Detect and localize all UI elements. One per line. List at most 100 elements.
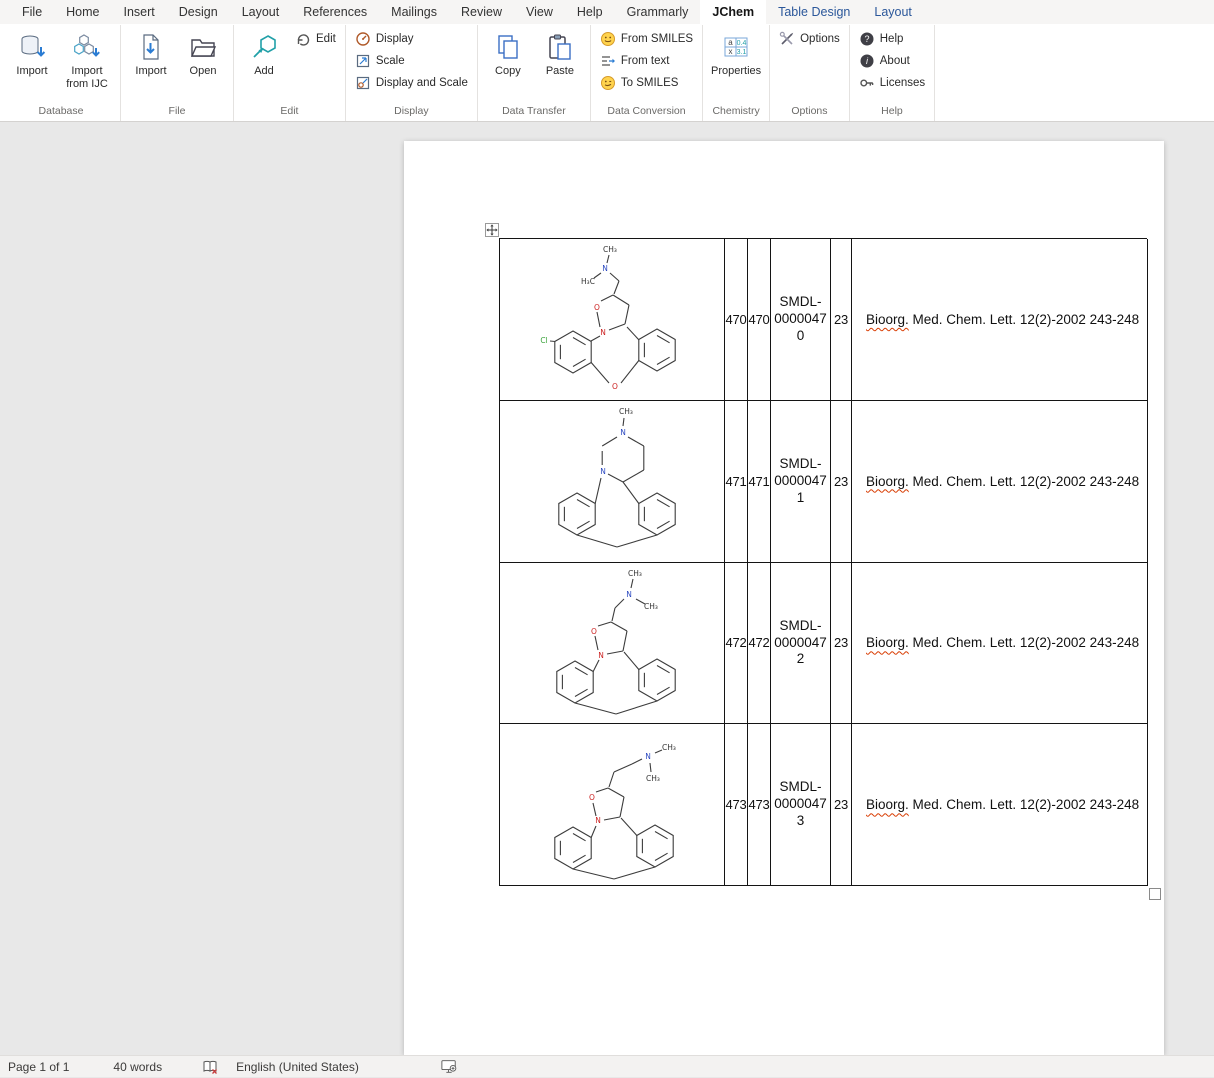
table-cell-structure[interactable]: CH₃ N CH₃ O N — [500, 563, 725, 725]
table-cell-page[interactable]: 23 — [831, 239, 852, 401]
table-cell-smdl[interactable]: SMDL-00000473 — [771, 724, 831, 886]
svg-text:3.1: 3.1 — [737, 49, 747, 56]
svg-text:x: x — [729, 47, 733, 56]
import-database-button[interactable]: Import — [7, 28, 57, 78]
table-cell-smdl[interactable]: SMDL-00000470 — [771, 239, 831, 401]
svg-text:CH₃: CH₃ — [646, 774, 660, 783]
page-ref: 23 — [834, 474, 848, 489]
smdl-code: SMDL-00000470 — [772, 294, 830, 345]
table-cell-citation[interactable]: Bioorg. Med. Chem. Lett. 12(2)-2002 243-… — [852, 239, 1148, 401]
display-button[interactable]: Display — [351, 28, 472, 50]
table-cell-page[interactable]: 23 — [831, 563, 852, 725]
table-cell-structure[interactable]: CH₃ N N — [500, 401, 725, 563]
import-from-ijc-button[interactable]: Import from IJC — [59, 28, 115, 91]
table-cell-structure[interactable]: CH₃ N H₃C O N — [500, 239, 725, 401]
word-count[interactable]: 40 words — [105, 1056, 170, 1078]
group-label-database: Database — [7, 104, 115, 121]
to-smiles-button[interactable]: To SMILES — [596, 72, 697, 94]
tab-layout[interactable]: Layout — [230, 0, 292, 24]
table-cell-citation[interactable]: Bioorg. Med. Chem. Lett. 12(2)-2002 243-… — [852, 401, 1148, 563]
table-cell-id2[interactable]: 470 — [748, 239, 771, 401]
table-cell-citation[interactable]: Bioorg. Med. Chem. Lett. 12(2)-2002 243-… — [852, 563, 1148, 725]
table-move-handle[interactable] — [485, 223, 499, 237]
proofing-errors-button[interactable] — [194, 1056, 226, 1078]
button-label: From text — [621, 55, 670, 67]
svg-text:N: N — [598, 651, 604, 660]
svg-text:0.4: 0.4 — [737, 40, 747, 47]
tab-file[interactable]: File — [10, 0, 54, 24]
table-cell-page[interactable]: 23 — [831, 724, 852, 886]
from-smiles-button[interactable]: From SMILES — [596, 28, 697, 50]
display-and-scale-button[interactable]: Display and Scale — [351, 72, 472, 94]
button-label: Properties — [711, 65, 761, 78]
tab-mailings[interactable]: Mailings — [379, 0, 449, 24]
compound-id2: 471 — [748, 474, 769, 489]
tab-table-design[interactable]: Table Design — [766, 0, 862, 24]
svg-text:Cl: Cl — [540, 336, 547, 345]
options-button[interactable]: Options — [775, 28, 844, 50]
tab-review[interactable]: Review — [449, 0, 514, 24]
tab-help[interactable]: Help — [565, 0, 615, 24]
group-label-help: Help — [855, 104, 929, 121]
table-cell-smdl[interactable]: SMDL-00000471 — [771, 401, 831, 563]
tab-table-layout[interactable]: Layout — [862, 0, 924, 24]
import-file-button[interactable]: Import — [126, 28, 176, 78]
table-cell-id2[interactable]: 471 — [748, 401, 771, 563]
add-button[interactable]: Add — [239, 28, 289, 78]
paste-button[interactable]: Paste — [535, 28, 585, 78]
compound-id: 472 — [725, 635, 746, 650]
help-button[interactable]: ? Help — [855, 28, 929, 50]
button-label: Import — [16, 65, 47, 78]
tab-references[interactable]: References — [291, 0, 379, 24]
ribbon-group-data-conversion: From SMILES From text To SMILES — [591, 25, 703, 121]
from-text-button[interactable]: From text — [596, 50, 697, 72]
tab-view[interactable]: View — [514, 0, 565, 24]
ribbon-group-chemistry: a0.4x3.1 Properties Chemistry — [703, 25, 770, 121]
misspelled-word: Bioorg. — [866, 797, 909, 812]
misspelled-word: Bioorg. — [866, 312, 909, 327]
button-label: Import from IJC — [60, 65, 114, 91]
tab-jchem[interactable]: JChem — [700, 0, 766, 24]
table-cell-page[interactable]: 23 — [831, 401, 852, 563]
tab-grammarly[interactable]: Grammarly — [615, 0, 701, 24]
citation-text: Bioorg. Med. Chem. Lett. 12(2)-2002 243-… — [866, 797, 1139, 812]
edit-button[interactable]: Edit — [291, 28, 340, 50]
tab-home[interactable]: Home — [54, 0, 111, 24]
page-indicator[interactable]: Page 1 of 1 — [0, 1056, 77, 1078]
info-icon: i — [859, 53, 875, 69]
group-label-data-transfer: Data Transfer — [483, 104, 585, 121]
scale-button[interactable]: Scale — [351, 50, 472, 72]
ribbon-group-data-transfer: Copy Paste Data Transfer — [478, 25, 591, 121]
table-cell-structure[interactable]: CH₃ N CH₃ O N — [500, 724, 725, 886]
table-cell-id2[interactable]: 472 — [748, 563, 771, 725]
tab-insert[interactable]: Insert — [112, 0, 167, 24]
svg-text:O: O — [612, 382, 618, 391]
tab-design[interactable]: Design — [167, 0, 230, 24]
copy-button[interactable]: Copy — [483, 28, 533, 78]
table-cell-id2[interactable]: 473 — [748, 724, 771, 886]
button-label: Edit — [316, 33, 336, 45]
licenses-button[interactable]: Licenses — [855, 72, 929, 94]
svg-text:CH₃: CH₃ — [628, 569, 642, 578]
svg-text:N: N — [595, 816, 601, 825]
button-label: Display and Scale — [376, 77, 468, 89]
database-import-icon — [18, 31, 46, 63]
table-cell-id[interactable]: 471 — [725, 401, 748, 563]
table-cell-id[interactable]: 472 — [725, 563, 748, 725]
table-cell-id[interactable]: 473 — [725, 724, 748, 886]
table-cell-id[interactable]: 470 — [725, 239, 748, 401]
properties-button[interactable]: a0.4x3.1 Properties — [708, 28, 764, 78]
table-cell-citation[interactable]: Bioorg. Med. Chem. Lett. 12(2)-2002 243-… — [852, 724, 1148, 886]
svg-text:CH₃: CH₃ — [603, 245, 617, 254]
button-label: Add — [254, 65, 274, 78]
table-resize-handle[interactable] — [1149, 888, 1161, 900]
display-settings-button[interactable] — [433, 1056, 465, 1078]
group-label-edit: Edit — [239, 104, 340, 121]
about-button[interactable]: i About — [855, 50, 929, 72]
language-indicator[interactable]: English (United States) — [228, 1056, 367, 1078]
open-button[interactable]: Open — [178, 28, 228, 78]
ribbon-group-display: Display Scale Display and Scale — [346, 25, 478, 121]
display-settings-icon — [441, 1059, 457, 1075]
button-label: About — [880, 55, 910, 67]
table-cell-smdl[interactable]: SMDL-00000472 — [771, 563, 831, 725]
